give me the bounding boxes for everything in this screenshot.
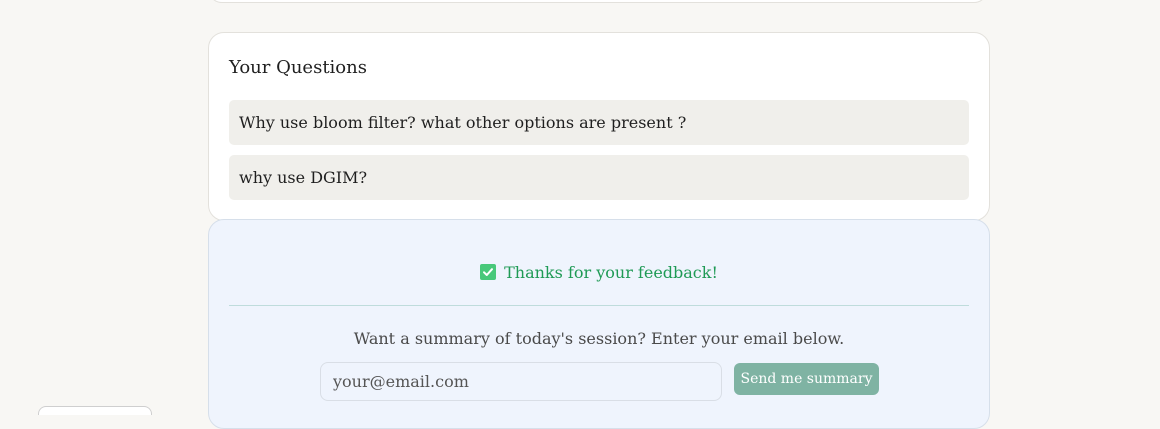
email-input[interactable]	[320, 362, 722, 401]
thanks-text: Thanks for your feedback!	[504, 263, 718, 282]
feedback-confirmation: Thanks for your feedback!	[209, 262, 989, 284]
summary-prompt: Want a summary of today's session? Enter…	[353, 329, 845, 348]
questions-title: Your Questions	[229, 57, 367, 78]
question-item: why use DGIM?	[229, 155, 969, 200]
floating-corner-element[interactable]	[38, 406, 152, 415]
previous-card	[208, 0, 988, 3]
divider	[229, 305, 969, 306]
send-summary-button[interactable]: Send me summary	[734, 363, 879, 395]
questions-card: Your Questions Why use bloom filter? wha…	[208, 32, 990, 221]
feedback-card: Thanks for your feedback! Want a summary…	[208, 219, 990, 429]
check-mark-icon	[480, 264, 497, 280]
question-item: Why use bloom filter? what other options…	[229, 100, 969, 145]
